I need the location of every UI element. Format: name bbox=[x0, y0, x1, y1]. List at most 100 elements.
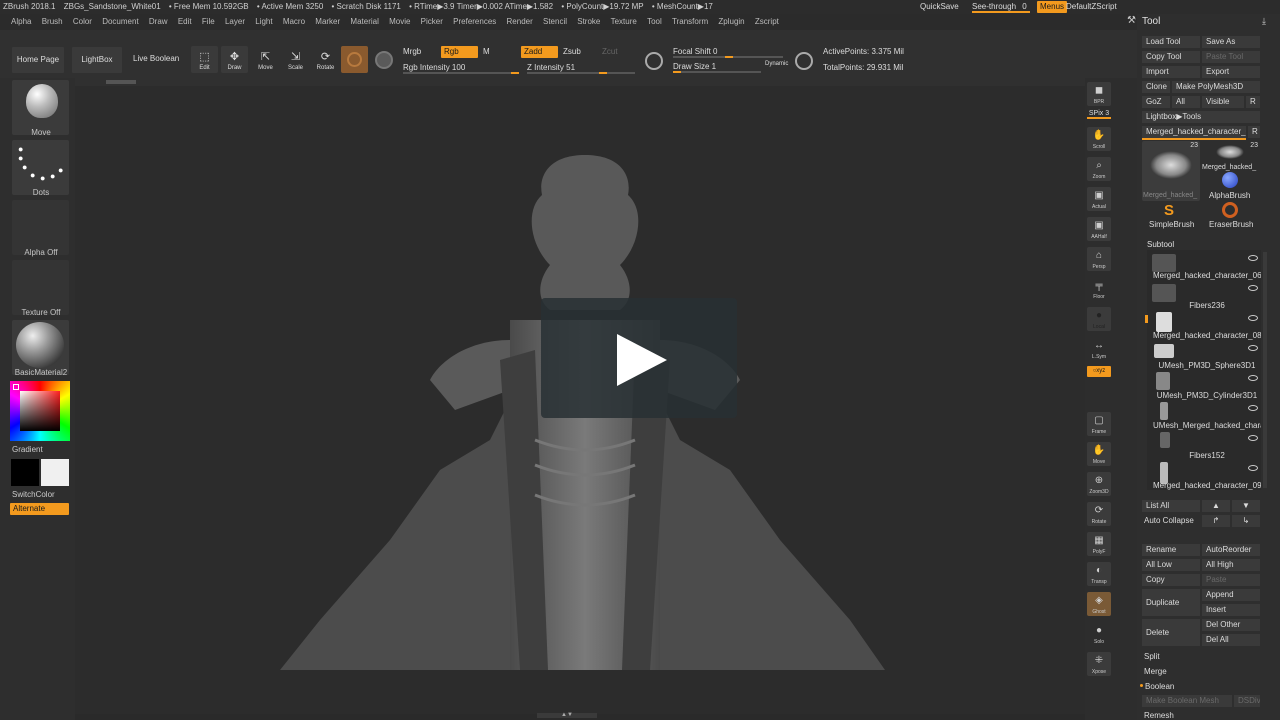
mrgb-toggle[interactable]: Mrgb bbox=[403, 47, 421, 56]
secondary-color-swatch[interactable] bbox=[41, 459, 69, 486]
subtool-7-name[interactable]: Fibers152 bbox=[1153, 451, 1261, 460]
move-up-button[interactable]: ▲ bbox=[1202, 500, 1230, 512]
alpha-picker[interactable] bbox=[12, 200, 69, 255]
auto-collapse-toggle[interactable]: Auto Collapse bbox=[1144, 516, 1194, 525]
rgb-intensity-slider[interactable]: Rgb Intensity 100 bbox=[403, 62, 519, 74]
goz-button[interactable]: GoZ bbox=[1142, 96, 1170, 108]
xpose-button[interactable]: ⁜ Xpose bbox=[1087, 652, 1111, 676]
rename-button[interactable]: Rename bbox=[1142, 544, 1200, 556]
subtool-3-eye-icon[interactable] bbox=[1248, 315, 1258, 321]
persp-button[interactable]: ⌂ Persp bbox=[1087, 247, 1111, 271]
canvas-scroll-thumb[interactable] bbox=[106, 80, 136, 84]
current-tool-slider[interactable]: Merged_hacked_character_0 bbox=[1142, 126, 1246, 140]
move-to-top-button[interactable]: ↱ bbox=[1202, 515, 1230, 527]
subtool-5-name[interactable]: UMesh_PM3D_Cylinder3D1 bbox=[1153, 391, 1261, 400]
goz-r-button[interactable]: R bbox=[1246, 96, 1260, 108]
subtool-2-eye-icon[interactable] bbox=[1248, 285, 1258, 291]
move-to-bottom-button[interactable]: ↳ bbox=[1232, 515, 1260, 527]
subtool-3-name[interactable]: Merged_hacked_character_08 bbox=[1153, 331, 1261, 340]
menu-texture[interactable]: Texture bbox=[611, 14, 637, 30]
brush-picker[interactable] bbox=[12, 80, 69, 135]
rotate-button[interactable]: ⟳ Rotate bbox=[312, 46, 339, 73]
floor-button[interactable]: ╤ Floor bbox=[1087, 277, 1111, 301]
subtool-scrollbar[interactable] bbox=[1263, 252, 1267, 488]
tool-collapse-icon[interactable]: ⤓ bbox=[1262, 16, 1266, 27]
tool-thumb-2[interactable]: 23 Merged_hacked_ bbox=[1202, 141, 1260, 171]
transp-button[interactable]: ◐ Transp bbox=[1087, 562, 1111, 586]
subtool-5-eye-icon[interactable] bbox=[1248, 375, 1258, 381]
quicksave-button[interactable]: QuickSave bbox=[920, 0, 959, 14]
subtool-8-eye-icon[interactable] bbox=[1248, 465, 1258, 471]
make-boolean-mesh-button[interactable]: Make Boolean Mesh bbox=[1142, 695, 1232, 707]
texture-picker[interactable] bbox=[12, 260, 69, 315]
all-low-button[interactable]: All Low bbox=[1142, 559, 1200, 571]
tool-thumb-1[interactable]: 23 Merged_hacked_ bbox=[1142, 141, 1200, 201]
save-as-button[interactable]: Save As bbox=[1202, 36, 1260, 48]
zoom-button[interactable]: ⌕ Zoom bbox=[1087, 157, 1111, 181]
live-boolean-button[interactable]: Live Boolean bbox=[133, 54, 179, 63]
goz-all-button[interactable]: All bbox=[1172, 96, 1200, 108]
xyz-toggle[interactable]: ○xyz bbox=[1087, 366, 1111, 377]
ghost-button[interactable]: ◈ Ghost bbox=[1087, 592, 1111, 616]
menu-stroke[interactable]: Stroke bbox=[577, 14, 600, 30]
menus-toggle[interactable]: Menus bbox=[1037, 1, 1068, 13]
draw-button[interactable]: ✥ Draw bbox=[221, 46, 248, 73]
menu-light[interactable]: Light bbox=[255, 14, 272, 30]
subtool-8-name[interactable]: Merged_hacked_character_09 bbox=[1153, 481, 1261, 490]
subtool-1-eye-icon[interactable] bbox=[1248, 255, 1258, 261]
tool-title[interactable]: Tool bbox=[1142, 16, 1160, 27]
current-tool-r-button[interactable]: R bbox=[1248, 126, 1260, 138]
duplicate-button[interactable]: Duplicate bbox=[1142, 589, 1200, 616]
subtool-1-name[interactable]: Merged_hacked_character_06 bbox=[1153, 271, 1261, 280]
menu-alpha[interactable]: Alpha bbox=[11, 14, 31, 30]
solo-button[interactable]: ● Solo bbox=[1087, 622, 1111, 646]
video-play-overlay[interactable] bbox=[541, 298, 737, 418]
menu-preferences[interactable]: Preferences bbox=[453, 14, 496, 30]
menu-render[interactable]: Render bbox=[507, 14, 533, 30]
scroll-button[interactable]: ✋ Scroll bbox=[1087, 127, 1111, 151]
rotate-view-button[interactable]: ⟳ Rotate bbox=[1087, 502, 1111, 526]
alphabrush-tool[interactable]: AlphaBrush bbox=[1202, 172, 1260, 201]
bottom-tray-handle[interactable]: ▲▼ bbox=[537, 712, 597, 718]
make-polymesh-button[interactable]: Make PolyMesh3D bbox=[1172, 81, 1260, 93]
polyf-button[interactable]: ▦ PolyF bbox=[1087, 532, 1111, 556]
dsdiv-slider[interactable]: DSDiv bbox=[1234, 695, 1260, 707]
insert-button[interactable]: Insert bbox=[1202, 604, 1260, 616]
autoreorder-button[interactable]: AutoReorder bbox=[1202, 544, 1260, 556]
menu-picker[interactable]: Picker bbox=[421, 14, 443, 30]
material-picker[interactable] bbox=[12, 320, 69, 375]
all-high-button[interactable]: All High bbox=[1202, 559, 1260, 571]
simplebrush-tool[interactable]: S SimpleBrush bbox=[1142, 202, 1200, 230]
split-section[interactable]: Split bbox=[1144, 652, 1160, 661]
menu-tool[interactable]: Tool bbox=[647, 14, 662, 30]
subtool-4-eye-icon[interactable] bbox=[1248, 345, 1258, 351]
color-picker[interactable] bbox=[10, 381, 70, 441]
menu-brush[interactable]: Brush bbox=[42, 14, 63, 30]
frame-button[interactable]: ▢ Frame bbox=[1087, 412, 1111, 436]
see-through-slider[interactable]: See-through 0 bbox=[972, 1, 1030, 13]
alternate-toggle[interactable]: Alternate bbox=[10, 503, 69, 515]
main-color-swatch[interactable] bbox=[11, 459, 39, 486]
zcut-toggle[interactable]: Zcut bbox=[602, 47, 618, 56]
subtool-4-name[interactable]: UMesh_PM3D_Sphere3D1 bbox=[1153, 361, 1261, 370]
remesh-section[interactable]: Remesh bbox=[1144, 711, 1174, 720]
subtool-header[interactable]: Subtool bbox=[1147, 240, 1174, 249]
lsym-button[interactable]: ↔ L.Sym bbox=[1087, 337, 1111, 361]
z-intensity-slider[interactable]: Z Intensity 51 bbox=[527, 62, 635, 74]
zsub-toggle[interactable]: Zsub bbox=[563, 47, 581, 56]
paste-tool-button[interactable]: Paste Tool bbox=[1202, 51, 1260, 63]
boolean-section[interactable]: Boolean bbox=[1145, 682, 1174, 691]
move-view-button[interactable]: ✋ Move bbox=[1087, 442, 1111, 466]
move-down-button[interactable]: ▼ bbox=[1232, 500, 1260, 512]
list-all-button[interactable]: List All bbox=[1142, 500, 1200, 512]
load-tool-button[interactable]: Load Tool bbox=[1142, 36, 1200, 48]
menu-movie[interactable]: Movie bbox=[389, 14, 410, 30]
edit-button[interactable]: ⬚ Edit bbox=[191, 46, 218, 73]
zadd-toggle[interactable]: Zadd bbox=[521, 46, 558, 58]
export-button[interactable]: Export bbox=[1202, 66, 1260, 78]
local-button[interactable]: ● Local bbox=[1087, 307, 1111, 331]
m-toggle[interactable]: M bbox=[483, 47, 490, 56]
spix-slider[interactable]: SPix 3 bbox=[1087, 110, 1111, 119]
actual-button[interactable]: ▣ Actual bbox=[1087, 187, 1111, 211]
lightbox-tools-button[interactable]: Lightbox▶Tools bbox=[1142, 111, 1260, 123]
